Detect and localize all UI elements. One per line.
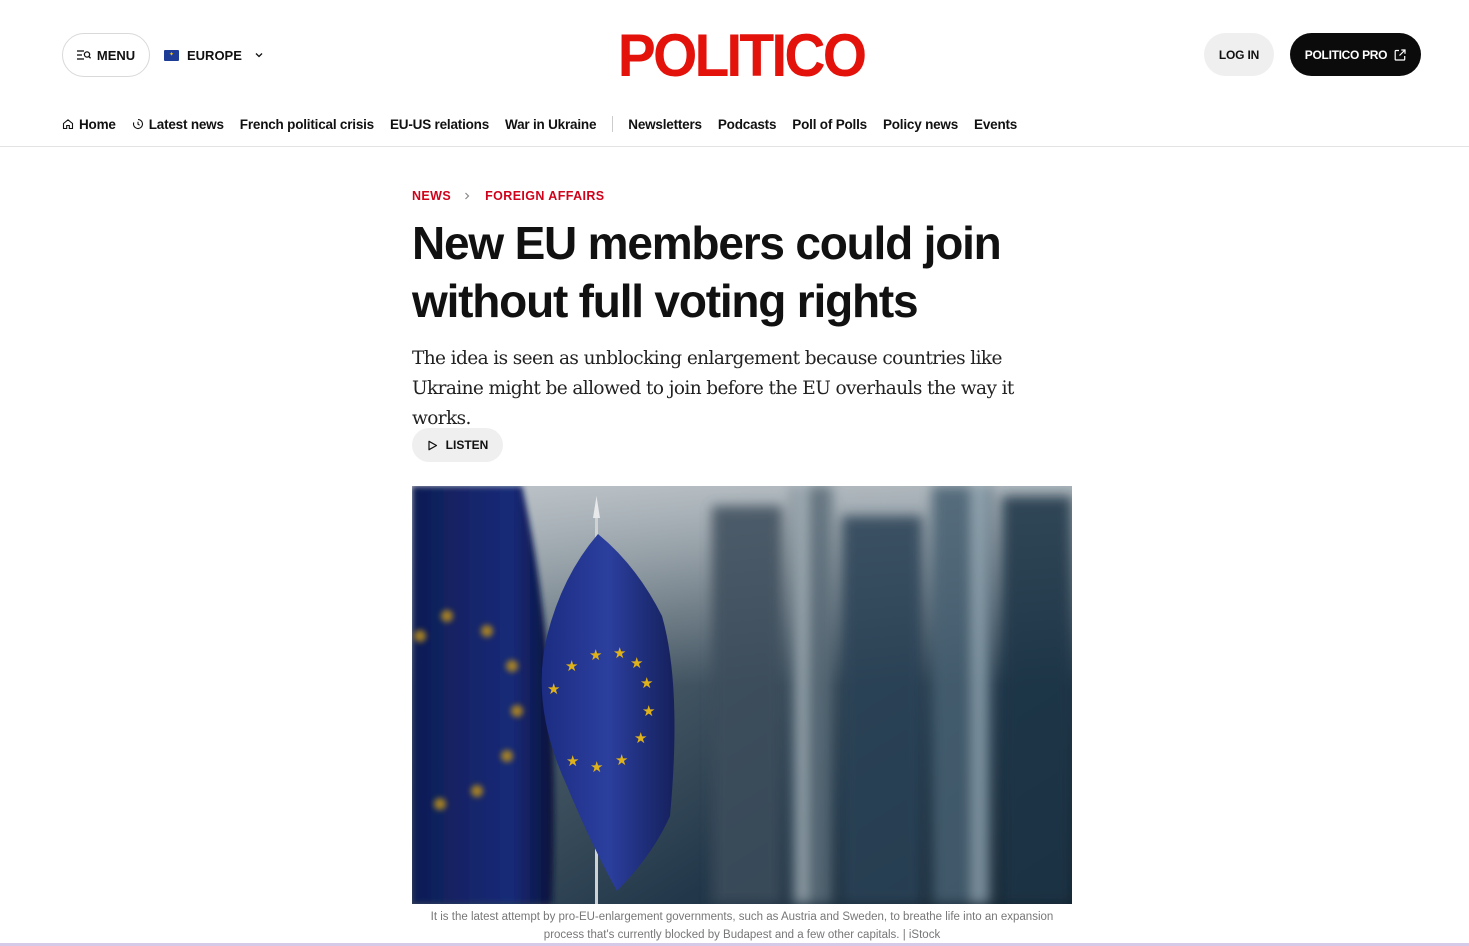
clock-icon [132,118,143,130]
eu-flags-photo: ★ ★ ★ ★ ★ ★ ★ ★ ★ ★ ★ [412,486,1072,904]
external-link-icon [1394,48,1406,61]
nav-label: French political crisis [239,116,374,132]
nav-label: EU-US relations [390,116,490,132]
nav-label: Home [79,116,116,132]
article-headline: New EU members could join without full v… [412,217,1002,327]
nav-policy-news[interactable]: Policy news [883,117,958,132]
svg-text:★: ★ [566,752,579,770]
nav-latest-news[interactable]: Latest news [132,117,224,132]
nav-label: War in Ukraine [505,116,597,132]
nav-label: Policy news [882,116,959,132]
nav-label: Latest news [148,116,224,132]
svg-text:★: ★ [613,644,626,662]
home-icon [62,119,74,130]
chevron-down-icon [255,53,263,58]
breadcrumb-news[interactable]: NEWS [412,189,451,203]
svg-text:★: ★ [565,657,578,675]
nav-label: Newsletters [628,116,702,132]
nav-french-political-crisis[interactable]: French political crisis [240,117,374,132]
svg-text:★: ★ [589,646,602,664]
svg-text:★: ★ [640,674,653,692]
listen-button[interactable]: LISTEN [412,428,503,462]
nav-divider [612,116,614,132]
hero-image: ★ ★ ★ ★ ★ ★ ★ ★ ★ ★ ★ [412,486,1072,904]
section-nav: Home Latest news French political crisis… [62,112,1033,136]
breadcrumb: NEWS FOREIGN AFFAIRS [412,188,605,204]
menu-button[interactable]: MENU [62,33,150,77]
nav-war-in-ukraine[interactable]: War in Ukraine [505,117,596,132]
nav-label: Poll of Polls [792,116,867,132]
svg-text:★: ★ [634,729,647,747]
politico-logo[interactable]: POLITICO [615,22,868,89]
nav-home[interactable]: Home [62,117,116,132]
nav-label: Podcasts [717,116,777,132]
nav-podcasts[interactable]: Podcasts [717,116,777,132]
listen-label: LISTEN [445,438,489,452]
article-dek: The idea is seen as unblocking enlargeme… [412,348,1014,429]
edition-selector[interactable]: ✦ EUROPE [164,44,264,66]
menu-search-icon [76,50,91,60]
login-button[interactable]: LOG IN [1204,33,1274,76]
nav-newsletters[interactable]: Newsletters [628,117,702,132]
svg-text:★: ★ [642,702,655,720]
pro-label: POLITICO PRO [1304,47,1388,62]
play-icon [428,440,437,450]
svg-text:★: ★ [630,654,643,672]
nav-events[interactable]: Events [974,117,1017,132]
edition-label: EUROPE [187,47,242,63]
svg-text:★: ★ [615,751,628,769]
politico-pro-button[interactable]: POLITICO PRO [1290,33,1421,76]
menu-label: MENU [96,47,136,63]
nav-label: Events [974,116,1018,132]
site-header: MENU ✦ EUROPE POLITICO LOG IN POLITICO P… [0,0,1469,147]
svg-text:★: ★ [547,680,560,698]
nav-eu-us-relations[interactable]: EU-US relations [390,117,489,132]
chevron-right-icon [465,192,470,200]
breadcrumb-foreign-affairs[interactable]: FOREIGN AFFAIRS [485,189,604,203]
svg-text:★: ★ [590,758,603,776]
eu-flag-icon: ✦ [164,49,179,61]
nav-poll-of-polls[interactable]: Poll of Polls [792,117,867,132]
image-caption: It is the latest attempt by pro-EU-enlar… [430,911,1054,941]
login-label: LOG IN [1218,47,1260,62]
